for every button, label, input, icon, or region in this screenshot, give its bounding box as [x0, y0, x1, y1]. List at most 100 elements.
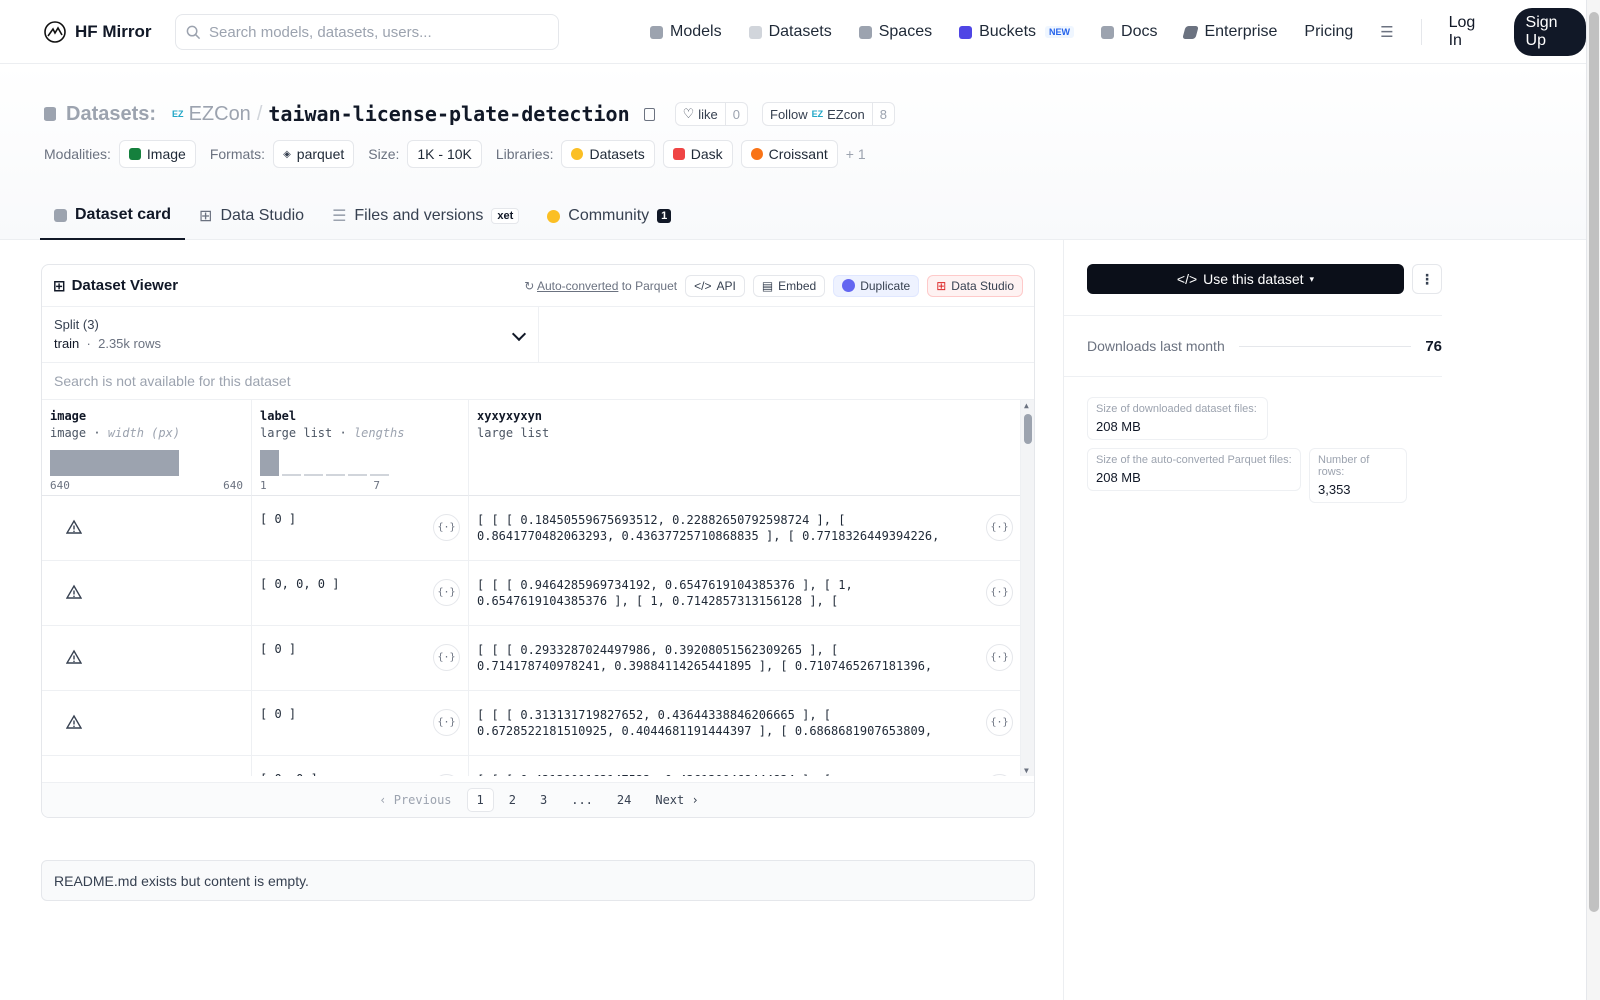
embed-button[interactable]: ▤ Embed [752, 274, 826, 297]
cell-value: [ 0, 0 ] [260, 772, 318, 776]
nav-datasets[interactable]: Datasets [748, 23, 832, 41]
brand-logo[interactable]: HF Mirror [43, 20, 152, 44]
image-cell[interactable] [42, 691, 252, 756]
column-header-image[interactable]: image image · width (px) 640 640 [42, 400, 252, 496]
xyxyxyxyn-cell[interactable]: [ [ [ 0.18450559675693512, 0.22882650792… [469, 496, 1022, 561]
page-2-button[interactable]: 2 [500, 789, 525, 811]
more-menu-icon[interactable]: ☰ [1380, 23, 1393, 41]
nav-spaces[interactable]: Spaces [858, 23, 932, 41]
api-button[interactable]: </> API [685, 274, 745, 297]
grid-scrollbar[interactable]: ▲ ▼ [1020, 400, 1034, 776]
image-cell[interactable] [42, 756, 252, 776]
like-button[interactable]: ♡ like 0 [674, 102, 749, 126]
more-libraries-link[interactable]: + 1 [846, 146, 866, 162]
search-input[interactable]: Search models, datasets, users... [175, 14, 559, 50]
xyxyxyxyn-cell[interactable]: [ [ [ 0.313131719827652, 0.4364433884620… [469, 691, 1022, 756]
column-header-xyxyxyxyn[interactable]: xyxyxyxyn large list [469, 400, 1022, 496]
json-view-icon[interactable]: {·} [986, 579, 1013, 606]
duplicate-button[interactable]: Duplicate [833, 274, 920, 297]
login-link[interactable]: Log In [1449, 14, 1487, 50]
repo-name[interactable]: taiwan-license-plate-detection [268, 102, 629, 126]
json-view-icon[interactable]: {·} [433, 579, 460, 606]
top-navbar: HF Mirror Search models, datasets, users… [0, 0, 1587, 64]
histogram-max: 640 [223, 479, 243, 492]
label-cell[interactable]: [ 0 ] {·} [252, 691, 469, 756]
json-view-icon[interactable]: {·} [433, 774, 460, 776]
more-options-button[interactable]: ⋮ [1412, 264, 1442, 294]
hf-logo-icon [44, 20, 66, 43]
format-chip[interactable]: ◈ parquet [273, 140, 355, 168]
tab-dataset-card[interactable]: Dataset card [40, 192, 186, 240]
image-cell[interactable] [42, 496, 252, 561]
section-label[interactable]: Datasets: [66, 103, 156, 126]
page-scroll-thumb[interactable] [1589, 12, 1599, 912]
histogram-bar[interactable] [304, 474, 323, 476]
warning-icon [65, 519, 83, 535]
cell-value: [ 0, 0, 0 ] [260, 577, 340, 591]
copy-icon[interactable] [643, 107, 655, 121]
nav-models[interactable]: Models [650, 23, 722, 41]
column-header-label[interactable]: label large list · lengths 17 [252, 400, 469, 496]
histogram-bar[interactable] [370, 474, 389, 476]
auto-converted-link[interactable]: Auto-converted [537, 279, 618, 293]
right-sidebar: </> Use this dataset ▾ ⋮ Downloads last mo… [1063, 240, 1586, 1000]
page-24-button[interactable]: 24 [608, 789, 640, 811]
json-view-icon[interactable]: {·} [986, 644, 1013, 671]
histogram-bar[interactable] [50, 450, 179, 476]
size-chip[interactable]: 1K - 10K [407, 140, 482, 168]
previous-page-button[interactable]: ‹ Previous [370, 789, 460, 811]
label-cell[interactable]: [ 0, 0 ] {·} [252, 756, 469, 776]
table-icon: ⊞ [53, 277, 66, 295]
cell-value: [ [ [ 0.313131719827652, 0.4364433884620… [477, 708, 954, 741]
signup-button[interactable]: Sign Up [1513, 8, 1587, 56]
nav-docs[interactable]: Docs [1101, 23, 1157, 41]
json-view-icon[interactable]: {·} [986, 709, 1013, 736]
page-3-button[interactable]: 3 [531, 789, 556, 811]
label-cell[interactable]: [ 0 ] {·} [252, 626, 469, 691]
library-chip-dask[interactable]: Dask [662, 140, 733, 168]
json-view-icon[interactable]: {·} [986, 514, 1013, 541]
json-view-icon[interactable]: {·} [433, 709, 460, 736]
xyxyxyxyn-cell[interactable]: [ [ [ 0.9464285969734192, 0.654761910438… [469, 561, 1022, 626]
community-count-badge: 1 [657, 209, 672, 223]
stat-value: 208 MB [1096, 470, 1141, 485]
scroll-down-icon[interactable]: ▼ [1024, 766, 1029, 775]
scroll-up-icon[interactable]: ▲ [1024, 401, 1029, 410]
histogram-bar[interactable] [260, 450, 279, 476]
tab-files-and-versions[interactable]: ☰ Files and versions xet [318, 192, 533, 240]
image-cell[interactable] [42, 626, 252, 691]
next-page-button[interactable]: Next › [646, 789, 707, 811]
library-chip-datasets[interactable]: Datasets [561, 140, 655, 168]
nav-buckets[interactable]: Buckets NEW [959, 23, 1075, 41]
croissant-icon [750, 148, 763, 160]
library-chip-croissant[interactable]: Croissant [740, 140, 838, 168]
duplicate-icon [842, 279, 856, 292]
size-label: Size: [368, 146, 400, 162]
modality-chip[interactable]: Image [118, 140, 196, 168]
histogram-bar[interactable] [348, 474, 367, 476]
nav-pricing[interactable]: Pricing [1304, 23, 1353, 41]
tab-community[interactable]: Community 1 [533, 192, 685, 240]
xyxyxyxyn-cell[interactable]: [ [ [ 0.2933287024497986, 0.392080515623… [469, 626, 1022, 691]
data-studio-button[interactable]: ⊞ Data Studio [927, 274, 1023, 297]
repo-title-row: Datasets: EZ EZCon / taiwan-license-plate… [44, 102, 895, 126]
page-scrollbar[interactable] [1586, 0, 1600, 1000]
scroll-thumb[interactable] [1024, 414, 1032, 444]
json-view-icon[interactable]: {·} [433, 644, 460, 671]
follow-button[interactable]: Follow EZ EZcon 8 [762, 102, 895, 126]
nav-label: Docs [1121, 23, 1158, 40]
json-view-icon[interactable]: {·} [433, 514, 460, 541]
use-this-dataset-button[interactable]: </> Use this dataset ▾ [1087, 264, 1404, 294]
xyxyxyxyn-cell[interactable]: [ [ [ 0.4213901162147522, 0.436130046844… [469, 756, 1022, 776]
histogram-bar[interactable] [326, 474, 345, 476]
image-cell[interactable] [42, 561, 252, 626]
histogram-bar[interactable] [282, 474, 301, 476]
split-selector[interactable]: Split (3) train · 2.35k rows [42, 307, 539, 362]
tab-data-studio[interactable]: ⊞ Data Studio [185, 192, 318, 240]
json-view-icon[interactable]: {·} [986, 774, 1013, 776]
label-cell[interactable]: [ 0, 0, 0 ] {·} [252, 561, 469, 626]
page-1-button[interactable]: 1 [466, 788, 494, 812]
label-cell[interactable]: [ 0 ] {·} [252, 496, 469, 561]
nav-enterprise[interactable]: Enterprise [1182, 23, 1277, 41]
org-link[interactable]: EZ EZCon [172, 103, 251, 126]
